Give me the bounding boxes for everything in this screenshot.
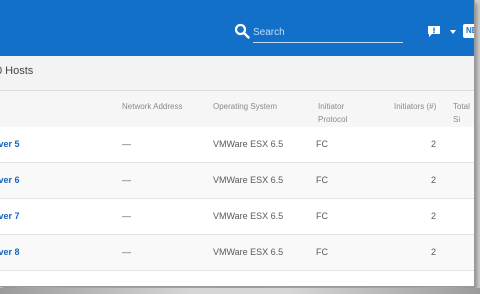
network-address-cell: — (122, 139, 131, 149)
alert-icon[interactable] (427, 25, 441, 38)
host-name-link[interactable]: erver 5 (0, 139, 20, 149)
host-count: 0 Hosts (0, 65, 34, 77)
hosts-toolbar: 0 Hosts (0, 56, 474, 91)
column-network-address[interactable]: Network Address (122, 100, 182, 113)
network-address-cell: — (122, 175, 131, 185)
search-icon[interactable] (234, 23, 250, 39)
os-cell: VMWare ESX 6.5 (213, 175, 284, 185)
user-badge[interactable]: NE (463, 24, 474, 38)
column-initiators[interactable]: Initiators (#) (394, 100, 436, 113)
table-row[interactable]: erver 8 — VMWare ESX 6.5 FC 2 (0, 235, 474, 271)
network-address-cell: — (122, 211, 131, 221)
initiators-cell: 2 (431, 139, 437, 149)
column-operating-system[interactable]: Operating System (213, 100, 277, 113)
host-name-link[interactable]: erver 6 (0, 175, 20, 185)
protocol-cell: FC (316, 139, 328, 149)
window-bottom-edge (0, 288, 480, 294)
protocol-cell: FC (316, 247, 328, 257)
initiators-cell: 2 (431, 175, 437, 185)
column-initiator-protocol[interactable]: Initiator Protocol (318, 100, 366, 126)
protocol-cell: FC (316, 211, 328, 221)
table-row[interactable]: erver 6 — VMWare ESX 6.5 FC 2 (0, 163, 474, 199)
initiators-cell: 2 (431, 211, 437, 221)
host-name-link[interactable]: erver 7 (0, 211, 20, 221)
os-cell: VMWare ESX 6.5 (213, 247, 284, 257)
table-row[interactable]: erver 7 — VMWare ESX 6.5 FC 2 (0, 199, 474, 235)
caret-down-icon[interactable] (450, 30, 456, 34)
host-name-link[interactable]: erver 8 (0, 247, 20, 257)
table-header: Network Address Operating System Initiat… (0, 91, 474, 128)
app-window: NE 0 Hosts Network Address Operating Sys… (0, 0, 475, 287)
network-address-cell: — (122, 247, 131, 257)
search-input[interactable] (253, 22, 403, 43)
protocol-cell: FC (316, 175, 328, 185)
top-bar: NE (0, 0, 474, 56)
initiators-cell: 2 (431, 247, 437, 257)
column-total[interactable]: Total Si (453, 100, 474, 126)
os-cell: VMWare ESX 6.5 (213, 211, 284, 221)
os-cell: VMWare ESX 6.5 (213, 139, 284, 149)
table-row[interactable]: erver 5 — VMWare ESX 6.5 FC 2 (0, 127, 474, 163)
